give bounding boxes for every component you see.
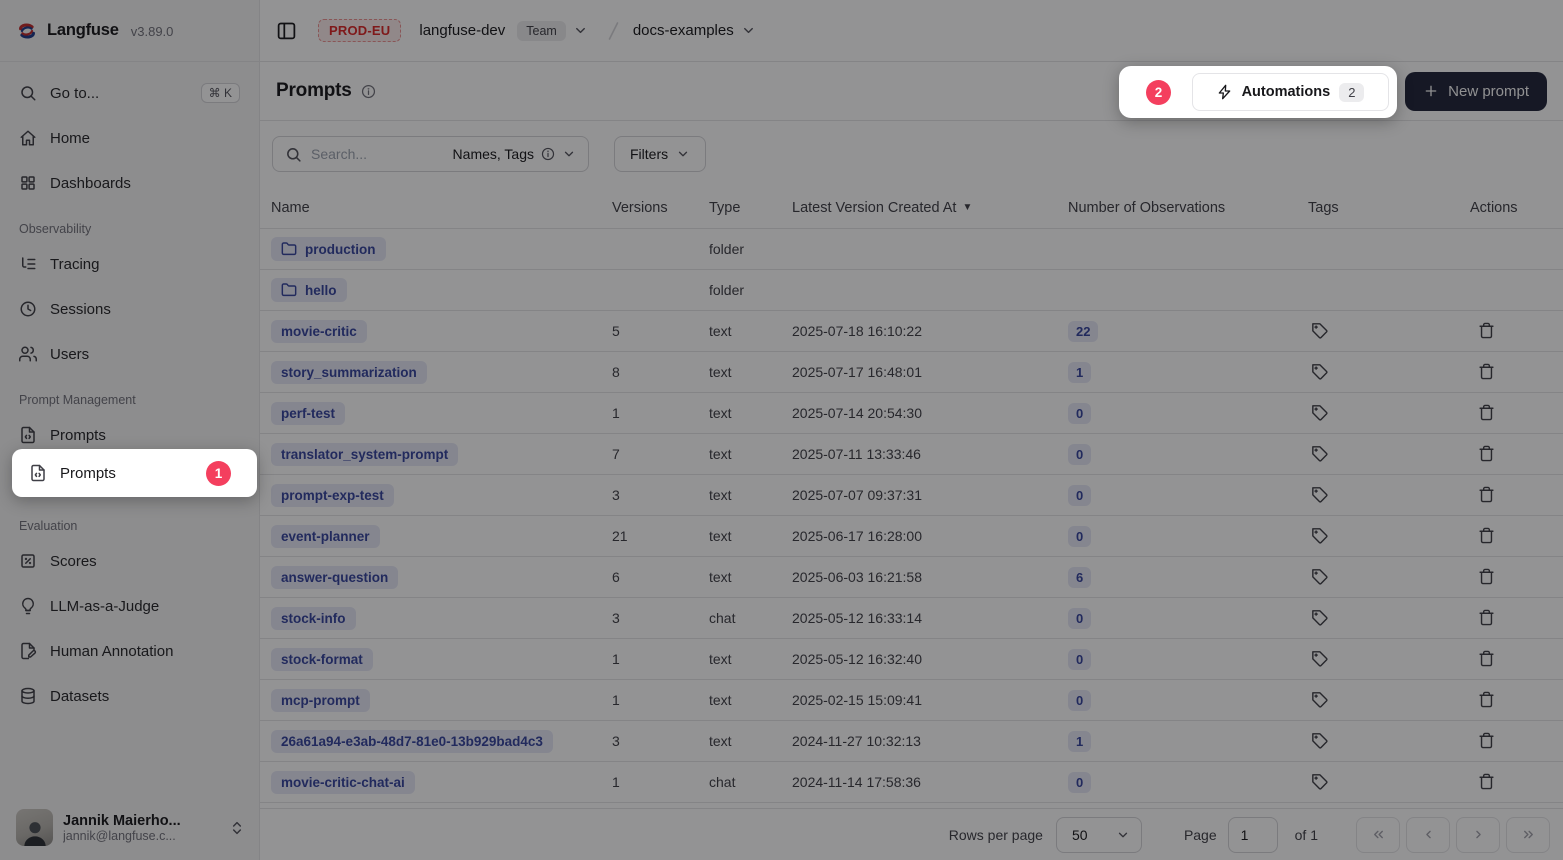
dim-overlay: [0, 0, 1563, 860]
annotation-step-2: 2: [1146, 80, 1171, 105]
annotation-spotlight-prompts[interactable]: Prompts 1: [12, 449, 257, 497]
annotation-step-1: 1: [206, 461, 231, 486]
automations-label: Automations: [1242, 84, 1331, 100]
zap-icon: [1217, 84, 1233, 100]
prompts-file-icon: [29, 464, 47, 482]
annotation-spotlight-automations: 2 Automations 2: [1119, 66, 1397, 118]
automations-button[interactable]: Automations 2: [1192, 73, 1389, 111]
automations-count-badge: 2: [1339, 83, 1364, 102]
prompts-label: Prompts: [60, 465, 116, 482]
